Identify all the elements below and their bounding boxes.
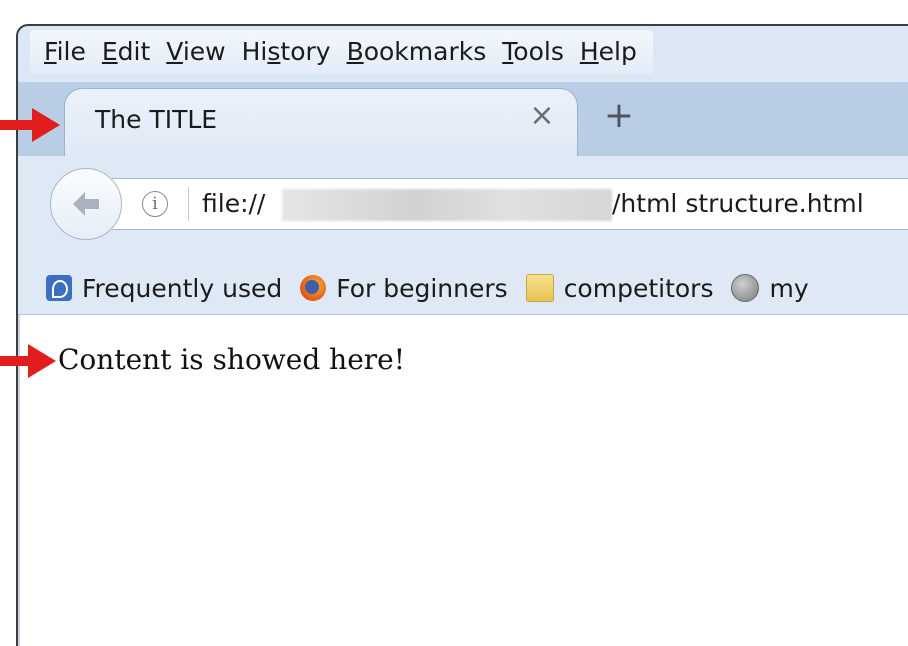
bookmarks-bar: Frequently used For beginners competitor…	[18, 262, 908, 315]
tab-strip: The TITLE × +	[18, 82, 908, 159]
bookmark-my[interactable]: my	[731, 273, 809, 303]
info-icon[interactable]: i	[142, 191, 168, 217]
new-tab-button[interactable]: +	[602, 98, 636, 138]
menu-help[interactable]: Help	[572, 30, 645, 74]
globe-icon	[731, 274, 760, 302]
menu-file[interactable]: File	[36, 30, 94, 74]
bookmark-label: my	[769, 273, 809, 303]
page-content: Content is showed here!	[18, 315, 908, 646]
url-bar[interactable]: i file:// /html structure.html	[112, 178, 908, 230]
url-suffix: /html structure.html	[612, 189, 864, 218]
url-divider	[188, 187, 189, 221]
back-arrow-icon	[73, 192, 99, 216]
menu-bookmarks[interactable]: Bookmarks	[339, 30, 495, 74]
menu-view[interactable]: View	[158, 30, 233, 74]
bookmark-frequently-used[interactable]: Frequently used	[46, 274, 282, 303]
bookmark-competitors[interactable]: competitors	[525, 273, 714, 303]
bookmark-label: competitors	[563, 273, 714, 303]
menu-bar: File Edit View History Bookmarks Tools H…	[30, 30, 653, 74]
annotation-arrow-content	[0, 344, 56, 378]
folder-icon	[525, 274, 554, 302]
url-redacted-segment	[282, 189, 612, 221]
tab-title: The TITLE	[95, 105, 218, 134]
menu-tools[interactable]: Tools	[494, 30, 572, 74]
close-icon[interactable]: ×	[527, 101, 557, 131]
bookmark-label: For beginners	[336, 273, 508, 303]
menu-edit[interactable]: Edit	[94, 30, 158, 74]
browser-window: File Edit View History Bookmarks Tools H…	[16, 24, 908, 646]
menu-history[interactable]: History	[234, 30, 339, 74]
content-text: Content is showed here!	[58, 343, 405, 376]
bookmark-label: Frequently used	[82, 273, 283, 303]
bookmark-for-beginners[interactable]: For beginners	[300, 273, 508, 303]
firefox-icon	[300, 275, 327, 301]
url-prefix: file://	[202, 189, 266, 218]
navigation-bar: i file:// /html structure.html	[18, 156, 908, 262]
annotation-arrow-tab	[0, 108, 60, 142]
tab-active[interactable]: The TITLE ×	[64, 88, 578, 159]
back-button[interactable]	[50, 168, 122, 240]
frequently-used-icon	[46, 275, 72, 301]
